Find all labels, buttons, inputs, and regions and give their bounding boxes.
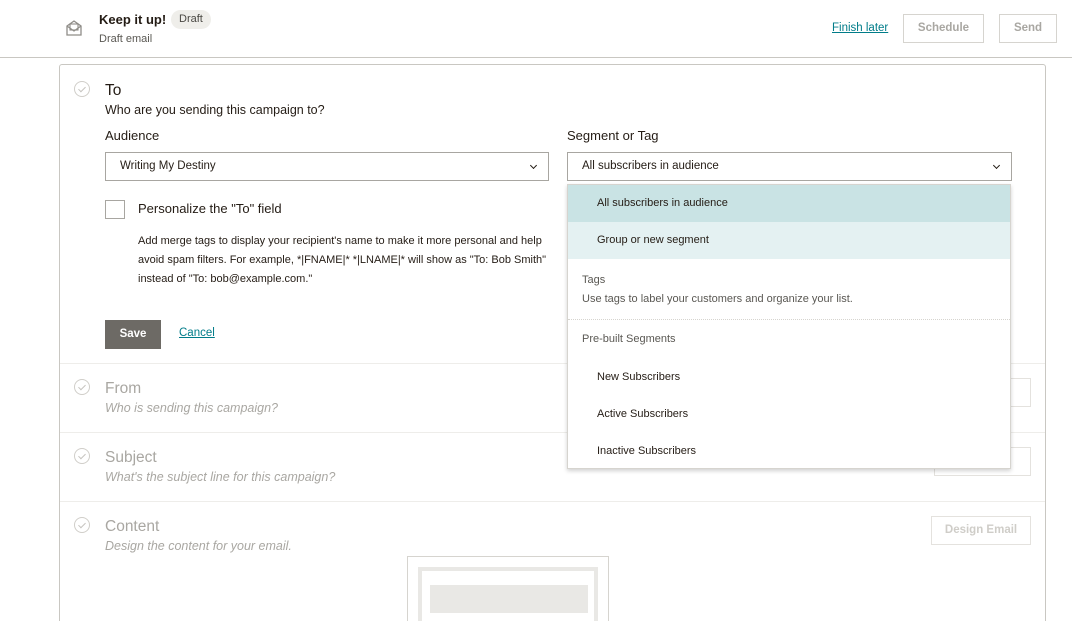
email-preview-thumbnail	[407, 556, 609, 621]
from-check-icon	[74, 379, 90, 395]
option-inactive-subscribers[interactable]: Inactive Subscribers	[568, 433, 1010, 470]
tags-heading: Tags	[582, 274, 606, 286]
segment-label: Segment or Tag	[567, 128, 659, 143]
tags-description: Use tags to label your customers and org…	[582, 293, 853, 305]
design-email-button[interactable]: Design Email	[931, 516, 1031, 545]
subject-section-title: Subject	[105, 449, 157, 466]
campaign-header: Keep it up! Draft Draft email Finish lat…	[0, 0, 1072, 58]
subject-check-icon	[74, 448, 90, 464]
campaign-title: Keep it up!	[99, 12, 167, 27]
to-check-icon	[74, 81, 90, 97]
save-button[interactable]: Save	[105, 320, 161, 349]
finish-later-link[interactable]: Finish later	[832, 22, 888, 34]
audience-label: Audience	[105, 128, 160, 143]
option-group-or-new-segment[interactable]: Group or new segment	[568, 222, 1010, 259]
personalize-label: Personalize the "To" field	[138, 201, 282, 216]
option-all-subscribers[interactable]: All subscribers in audience	[568, 185, 1010, 222]
segment-dropdown-menu: All subscribers in audience Group or new…	[567, 184, 1011, 469]
content-section-subtitle: Design the content for your email.	[105, 539, 292, 553]
preview-header-block	[430, 585, 588, 613]
dropdown-separator	[568, 319, 1010, 320]
personalize-help-text: Add merge tags to display your recipient…	[138, 235, 547, 285]
content-check-icon	[74, 517, 90, 533]
section-divider	[60, 501, 1045, 502]
schedule-button[interactable]: Schedule	[903, 14, 984, 43]
chevron-down-icon	[529, 161, 538, 170]
subject-section-subtitle: What's the subject line for this campaig…	[105, 470, 336, 484]
segment-select-value: All subscribers in audience	[582, 160, 719, 172]
to-section-subtitle: Who are you sending this campaign to?	[105, 103, 325, 117]
prebuilt-segments-heading: Pre-built Segments	[582, 333, 676, 345]
from-section-subtitle: Who is sending this campaign?	[105, 401, 279, 415]
email-draft-icon	[66, 20, 82, 36]
to-section-title: To	[105, 82, 122, 99]
content-section-title: Content	[105, 518, 160, 535]
audience-select[interactable]: Writing My Destiny	[105, 152, 549, 181]
campaign-type: Draft email	[99, 33, 153, 45]
preview-frame-inner	[418, 567, 598, 621]
chevron-down-icon	[992, 161, 1001, 170]
cancel-link[interactable]: Cancel	[179, 327, 215, 339]
audience-select-value: Writing My Destiny	[120, 160, 216, 172]
option-active-subscribers[interactable]: Active Subscribers	[568, 396, 1010, 433]
segment-select[interactable]: All subscribers in audience	[567, 152, 1012, 181]
status-badge: Draft	[171, 10, 211, 29]
option-new-subscribers[interactable]: New Subscribers	[568, 359, 1010, 396]
from-section-title: From	[105, 380, 142, 397]
send-button[interactable]: Send	[999, 14, 1057, 43]
personalize-checkbox[interactable]	[105, 200, 125, 219]
